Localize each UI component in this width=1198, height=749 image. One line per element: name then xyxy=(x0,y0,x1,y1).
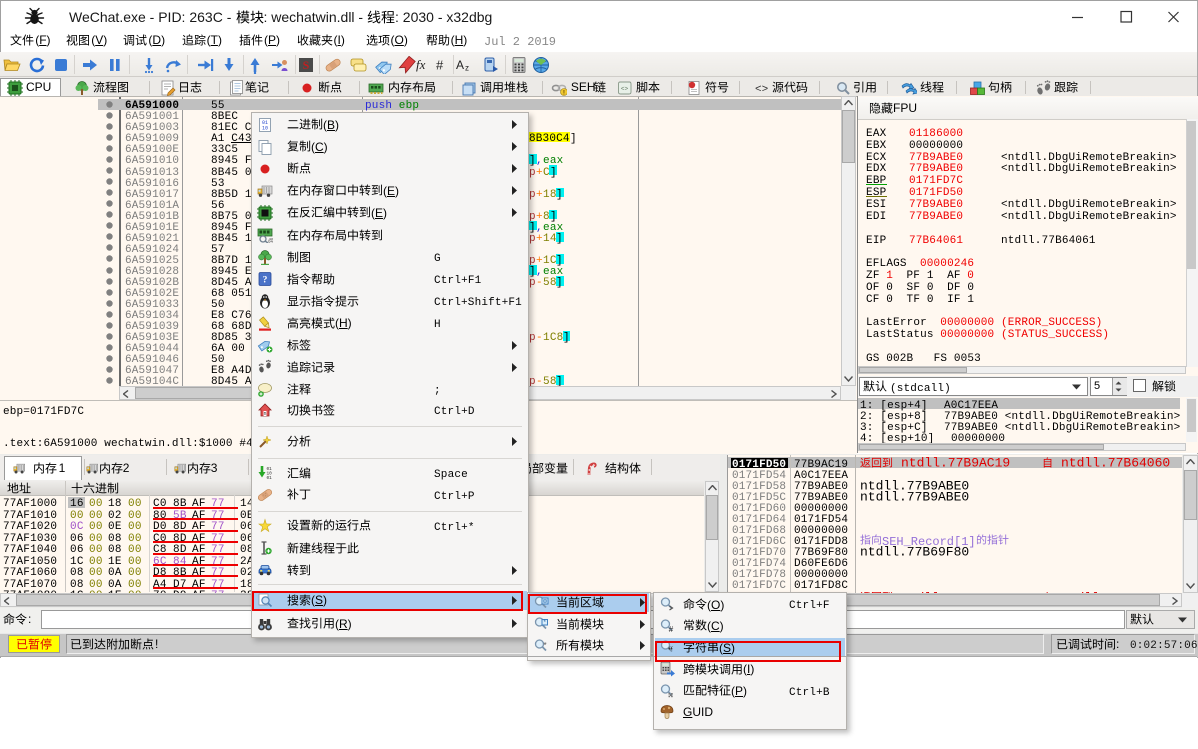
svg-text:]: ] xyxy=(556,233,563,245)
svg-text:ntdll.77B64060: ntdll.77B64060 xyxy=(1061,456,1170,471)
svg-text:GS 002B FS 0053: GS 002B FS 0053 xyxy=(866,353,981,365)
svg-text:0:02:57:06: 0:02:57:06 xyxy=(1130,640,1198,652)
svg-text:01: 01 xyxy=(267,476,273,481)
svg-text:H: H xyxy=(434,319,441,331)
svg-text:58: 58 xyxy=(543,277,557,289)
svg-text:-: - xyxy=(536,332,543,344)
svg-text:77B9ABE0: 77B9ABE0 xyxy=(909,211,963,223)
svg-text:G: G xyxy=(434,253,441,265)
svg-text:#: # xyxy=(436,57,444,72)
svg-text:1C8: 1C8 xyxy=(543,332,563,344)
svg-text:]: ] xyxy=(563,332,570,344)
svg-text:?: ? xyxy=(263,276,268,286)
svg-text:ebp=0171FD7C: ebp=0171FD7C xyxy=(3,405,84,417)
svg-text:Ctrl+Shift+F1: Ctrl+Shift+F1 xyxy=(434,297,522,309)
svg-text:p: p xyxy=(529,166,536,178)
svg-text:+: + xyxy=(536,188,543,200)
svg-text:+: + xyxy=(536,233,543,245)
svg-text:]: ] xyxy=(556,277,563,289)
svg-text:Ctrl+B: Ctrl+B xyxy=(789,686,830,698)
svg-text:0171FD7C: 0171FD7C xyxy=(732,580,786,592)
svg-text:EIP: EIP xyxy=(866,234,887,246)
svg-text:<>: <> xyxy=(621,85,629,92)
svg-text:p: p xyxy=(529,332,536,344)
svg-text:00000000 (STATUS_SUCCESS): 00000000 (STATUS_SUCCESS) xyxy=(940,329,1109,341)
svg-text:+: + xyxy=(536,166,543,178)
svg-text:77B64061: 77B64061 xyxy=(909,234,963,246)
svg-text:fx: fx xyxy=(416,57,426,72)
svg-text:EDI: EDI xyxy=(866,211,886,223)
svg-text:LastStatus: LastStatus xyxy=(866,329,940,341)
svg-text:.text:6A591000 wechatwin.dll:$: .text:6A591000 wechatwin.dll:$1000 #400 xyxy=(3,438,266,450)
svg-text:!: ! xyxy=(563,89,565,96)
svg-text:]: ] xyxy=(550,166,557,178)
svg-text:p: p xyxy=(529,188,536,200)
svg-text:]: ] xyxy=(570,133,577,145)
svg-text:18: 18 xyxy=(543,188,557,200)
svg-text:-: - xyxy=(536,277,543,289)
svg-text:<ntdll.DbgUiRemoteBreakin>: <ntdll.DbgUiRemoteBreakin> xyxy=(1001,211,1177,223)
svg-text:10: 10 xyxy=(262,125,268,131)
svg-text:ntdll.77B64061: ntdll.77B64061 xyxy=(1001,234,1096,246)
svg-text:ntdll.77B69F80: ntdll.77B69F80 xyxy=(860,545,969,560)
svg-text:*: * xyxy=(543,641,546,650)
svg-text:]: ] xyxy=(556,188,563,200)
svg-text:0171FD8C: 0171FD8C xyxy=(794,580,848,592)
svg-text:14: 14 xyxy=(543,233,557,245)
svg-text:Jul 2 2019: Jul 2 2019 xyxy=(484,34,556,48)
svg-text:S: S xyxy=(303,58,310,72)
svg-text:Ctrl+P: Ctrl+P xyxy=(434,491,475,503)
svg-text:Ctrl+F: Ctrl+F xyxy=(789,600,830,612)
svg-text:z: z xyxy=(465,63,469,72)
svg-text:Ctrl+*: Ctrl+* xyxy=(434,522,475,534)
svg-text:Ctrl+F1: Ctrl+F1 xyxy=(434,275,482,287)
svg-text:(stdcall): (stdcall) xyxy=(890,383,951,395)
svg-text:Ctrl+D: Ctrl+D xyxy=(434,406,475,418)
svg-text:ebp: ebp xyxy=(398,100,418,112)
svg-text:p: p xyxy=(529,233,536,245)
svg-text:@: @ xyxy=(268,239,273,244)
svg-text:<>: <> xyxy=(755,84,768,96)
svg-text:8B30C4: 8B30C4 xyxy=(529,133,570,145)
svg-text:push: push xyxy=(365,100,392,112)
svg-text:;: ; xyxy=(434,385,441,397)
svg-text:ntdll.77B9ABE0: ntdll.77B9ABE0 xyxy=(860,489,969,504)
svg-text:<ntdll.DbgUiRemoteBreakin>: <ntdll.DbgUiRemoteBreakin> xyxy=(1001,163,1177,175)
svg-text:p: p xyxy=(529,277,536,289)
svg-text:ntdll.77B9AC19: ntdll.77B9AC19 xyxy=(901,456,1010,471)
svg-text:A: A xyxy=(456,58,464,72)
svg-text:Space: Space xyxy=(434,469,468,481)
svg-text:#: # xyxy=(669,625,674,634)
svg-text:CF 0 TF 0 IF 1: CF 0 TF 0 IF 1 xyxy=(866,294,974,306)
svg-text:n: n xyxy=(264,411,267,417)
